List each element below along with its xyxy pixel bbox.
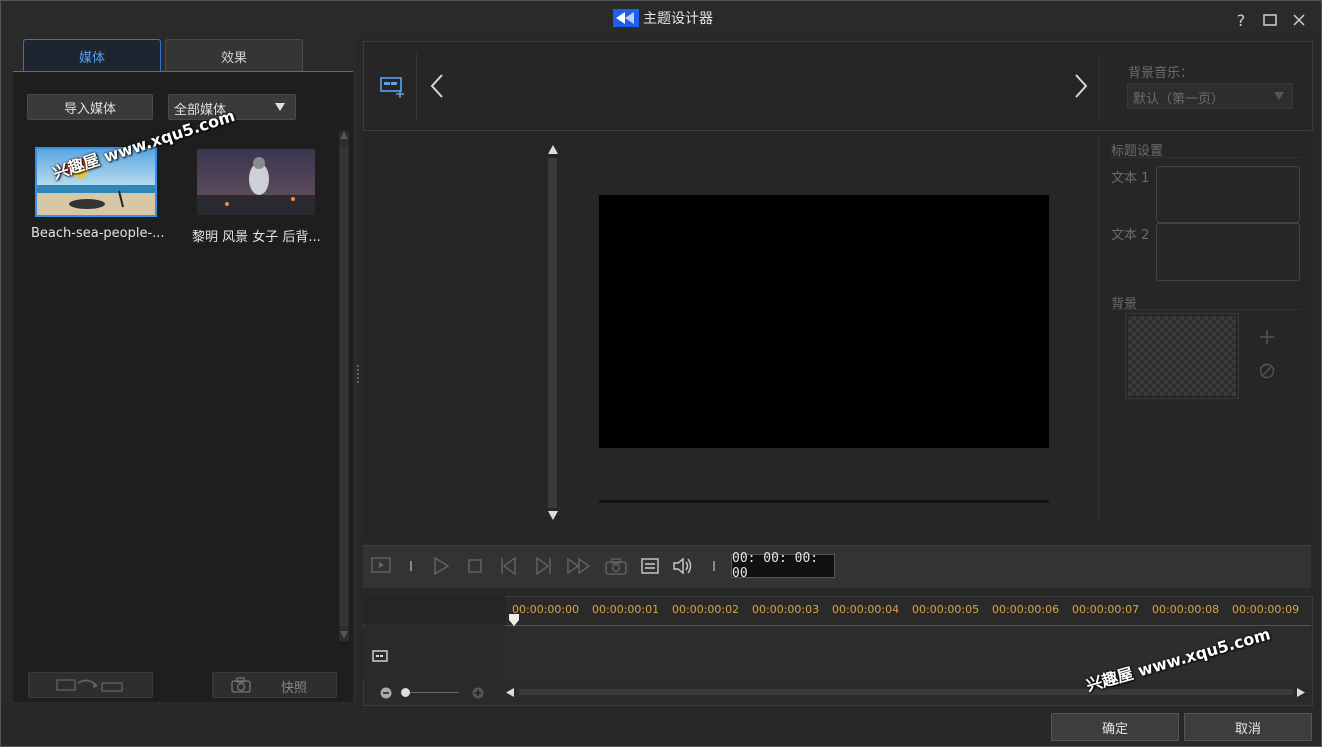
ruler-mark: 00:00:00:09 — [1232, 603, 1300, 616]
remove-background-icon[interactable] — [1259, 363, 1275, 379]
media-label-beach: Beach-sea-people-... — [31, 226, 165, 241]
preview-scroll-up-icon[interactable] — [548, 145, 558, 154]
cancel-button[interactable]: 取消 — [1184, 713, 1312, 741]
track-header — [363, 627, 505, 681]
close-icon — [1293, 14, 1305, 26]
bgmusic-label: 背景音乐： — [1128, 66, 1194, 81]
zoom-out-icon[interactable] — [380, 687, 392, 699]
zoom-slider-thumb[interactable] — [401, 688, 410, 697]
theme-designer-window: 主题设计器 ? 媒体 效果 导入媒体 全部媒体 Beach-sea-people… — [0, 0, 1322, 747]
ruler-mark: 00:00:00:03 — [752, 603, 820, 616]
ruler-mark: 00:00:00:04 — [832, 603, 900, 616]
ok-button[interactable]: 确定 — [1051, 713, 1179, 741]
app-logo-icon — [613, 9, 639, 27]
ruler-mark: 00:00:00:02 — [672, 603, 740, 616]
checkerboard-image — [1128, 316, 1236, 396]
help-button[interactable]: ? — [1230, 9, 1252, 31]
tab-effects[interactable]: 效果 — [165, 39, 303, 72]
camera-icon — [231, 677, 251, 693]
panel-splitter[interactable] — [357, 365, 361, 383]
control-separator — [410, 561, 412, 571]
add-page-icon[interactable] — [380, 76, 406, 98]
window-title: 主题设计器 — [643, 11, 713, 27]
timeline-scroll-right-icon[interactable] — [1297, 688, 1305, 697]
volume-icon[interactable] — [672, 556, 694, 576]
maximize-button[interactable] — [1259, 9, 1281, 31]
preview-progress-bar[interactable] — [599, 500, 1049, 503]
text2-label: 文本 2 — [1111, 228, 1150, 243]
add-to-timeline-icon — [55, 679, 123, 692]
playhead-handle-icon[interactable] — [509, 614, 519, 626]
media-scrollbar[interactable] — [339, 131, 349, 641]
snapshot-label: 快照 — [281, 681, 308, 696]
strip-divider-2 — [1099, 54, 1100, 120]
ruler-mark: 00:00:00:06 — [992, 603, 1060, 616]
dawn-thumbnail-image — [197, 149, 315, 215]
chevron-left-icon[interactable] — [430, 74, 444, 98]
subtitle-icon[interactable] — [641, 558, 659, 574]
media-label-dawn: 黎明 风景 女子 后背... — [192, 230, 321, 245]
play-icon[interactable] — [433, 557, 449, 575]
background-preview[interactable] — [1125, 313, 1239, 399]
preview-screen — [599, 195, 1049, 448]
settings-rule — [1111, 157, 1301, 158]
stop-icon[interactable] — [467, 558, 483, 574]
close-button[interactable] — [1288, 9, 1310, 31]
camera-icon[interactable] — [605, 557, 627, 575]
ruler-mark: 00:00:00:07 — [1072, 603, 1140, 616]
bgmusic-select[interactable]: 默认（第一页） — [1127, 83, 1293, 109]
add-to-timeline-button[interactable] — [28, 672, 153, 698]
tab-media[interactable]: 媒体 — [23, 39, 161, 72]
control-separator-2 — [713, 561, 715, 571]
ruler-baseline — [505, 625, 1311, 626]
ruler-mark: 00:00:00:08 — [1152, 603, 1220, 616]
maximize-icon — [1263, 14, 1277, 26]
preview-vertical-scrollbar[interactable] — [548, 158, 557, 508]
next-frame-icon[interactable] — [534, 557, 552, 575]
background-rule — [1111, 309, 1301, 310]
text1-label: 文本 1 — [1111, 171, 1150, 186]
scroll-up-icon — [340, 131, 348, 139]
previous-frame-icon[interactable] — [500, 557, 518, 575]
import-media-button[interactable]: 导入媒体 — [27, 94, 153, 120]
add-background-icon[interactable] — [1259, 329, 1275, 345]
zoom-in-icon[interactable] — [472, 687, 484, 699]
snapshot-button[interactable]: 快照 — [212, 672, 337, 698]
title-bar: 主题设计器 ? — [1, 1, 1321, 35]
media-scrollbar-track — [340, 147, 348, 627]
window-title-group: 主题设计器 — [613, 8, 713, 28]
settings-divider — [1098, 137, 1099, 519]
timeline-scroll-left-icon[interactable] — [506, 688, 514, 697]
fast-forward-icon[interactable] — [566, 557, 592, 575]
timeline-hscrollbar[interactable] — [519, 689, 1293, 695]
text2-field[interactable] — [1156, 223, 1300, 281]
ruler-mark: 00:00:00:00 — [512, 603, 580, 616]
page-strip: 背景音乐： 默认（第一页） — [363, 41, 1313, 131]
play-mode-icon[interactable] — [371, 557, 391, 573]
timeline-header-corner — [363, 596, 505, 624]
text1-field[interactable] — [1156, 166, 1300, 223]
chevron-right-icon[interactable] — [1074, 74, 1088, 98]
title-track-icon — [372, 650, 388, 662]
scroll-down-icon — [340, 631, 348, 639]
chevron-down-icon — [275, 103, 285, 111]
strip-divider — [416, 54, 417, 120]
timecode-display: 00: 00: 00: 00 — [731, 551, 835, 581]
player-controls — [363, 545, 1311, 588]
ruler-mark: 00:00:00:05 — [912, 603, 980, 616]
chevron-down-icon — [1274, 92, 1284, 100]
media-item-dawn[interactable] — [197, 149, 315, 215]
bgmusic-value: 默认（第一页） — [1133, 92, 1225, 107]
preview-scroll-down-icon[interactable] — [548, 511, 558, 520]
ruler-mark: 00:00:00:01 — [592, 603, 660, 616]
